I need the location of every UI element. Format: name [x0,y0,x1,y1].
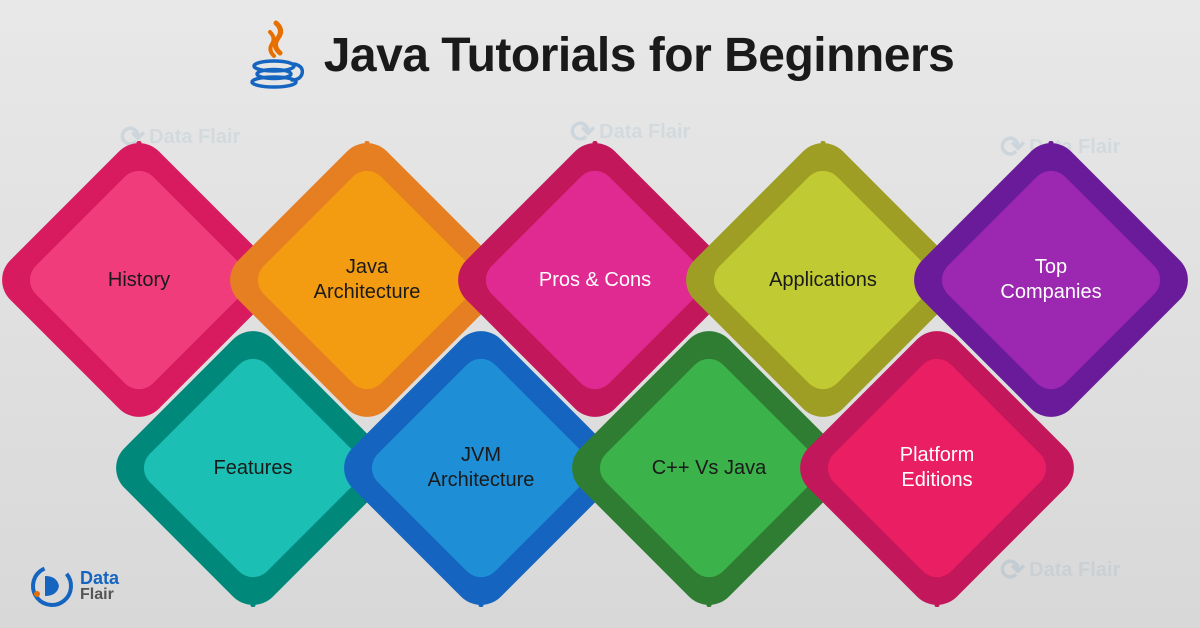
topic-jvm-architecture: JVM Architecture [376,363,586,573]
topic-features: Features [148,363,358,573]
topic-label: Features [148,363,358,573]
topic-label: Platform Editions [832,363,1042,573]
dataflair-icon [30,564,74,608]
dataflair-logo: Data Flair [30,564,119,608]
topic-platform-editions: Platform Editions [832,363,1042,573]
dataflair-text: Data Flair [80,569,119,603]
topic-applications: Applications [718,175,928,385]
topic-cpp-vs-java: C++ Vs Java [604,363,814,573]
header: Java Tutorials for Beginners [0,0,1200,93]
topic-label: History [34,175,244,385]
page-title: Java Tutorials for Beginners [324,28,955,83]
topic-java-architecture: Java Architecture [262,175,472,385]
topic-history: History [34,175,244,385]
topic-pros-cons: Pros & Cons [490,175,700,385]
topic-label: C++ Vs Java [604,363,814,573]
topic-label: Java Architecture [262,175,472,385]
topics-diagram: History Java Architecture Pros & Cons Ap… [0,145,1200,605]
java-logo-icon [246,18,306,93]
topic-label: JVM Architecture [376,363,586,573]
topic-label: Pros & Cons [490,175,700,385]
topic-top-companies: Top Companies [946,175,1156,385]
topic-label: Top Companies [946,175,1156,385]
topic-label: Applications [718,175,928,385]
